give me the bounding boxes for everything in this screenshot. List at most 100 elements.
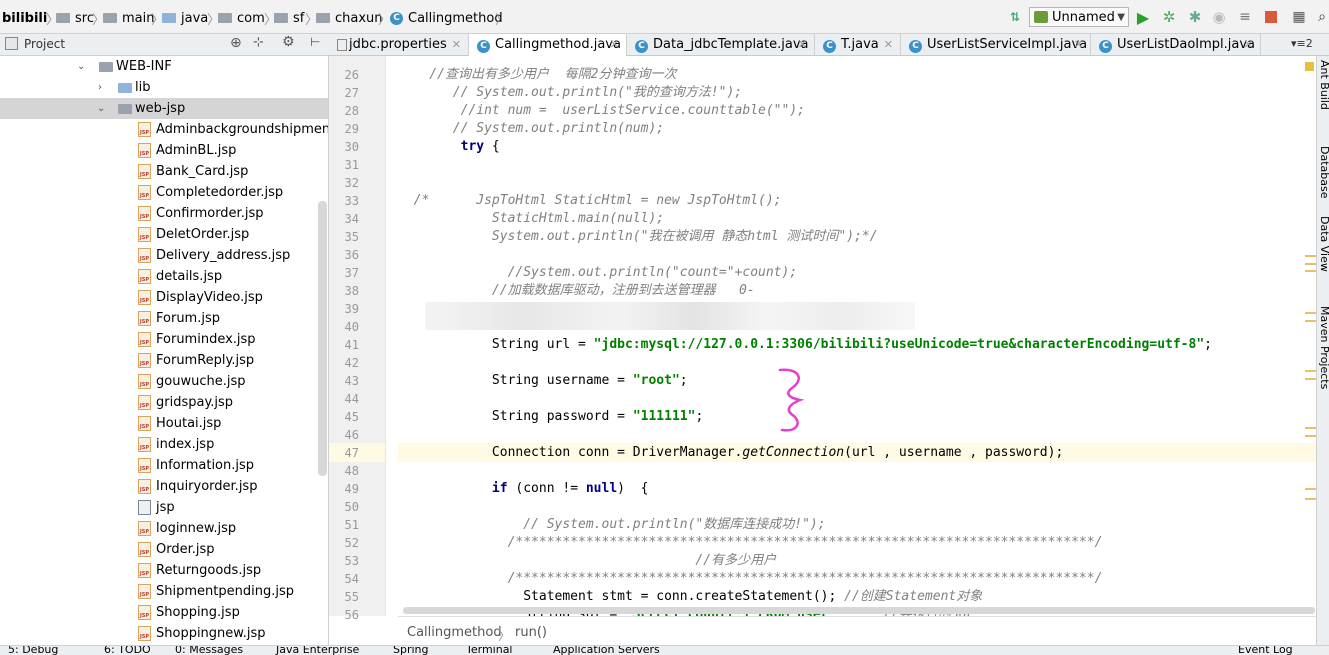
chevron-down-icon[interactable]: ⌄ — [97, 98, 105, 119]
close-icon[interactable]: ✕ — [1074, 34, 1083, 56]
error-stripe-mark[interactable] — [1305, 263, 1316, 265]
code-line[interactable]: //有多少用户 — [398, 552, 776, 570]
code-line[interactable]: /* JspToHtml StaticHtml = new JspToHtml(… — [398, 192, 782, 210]
code-line[interactable]: String username = "root"; — [398, 372, 688, 390]
code-editor[interactable]: //查询出有多少用户 每隔2分钟查询一次 // System.out.print… — [398, 56, 1316, 616]
tree-file-item[interactable]: JSP Bank_Card.jsp — [0, 161, 328, 182]
tool-window-event-log[interactable]: Event Log — [1238, 646, 1293, 655]
tree-file-item[interactable]: JSP Forumindex.jsp — [0, 329, 328, 350]
tree-file-item[interactable]: JSP Order.jsp — [0, 539, 328, 560]
tree-file-item[interactable]: JSP Confirmorder.jsp — [0, 203, 328, 224]
tree-file-item[interactable]: JSP Adminbackgroundshipment.js — [0, 119, 328, 140]
tree-file-item[interactable]: JSP Delivery_address.jsp — [0, 245, 328, 266]
code-line[interactable]: String url = "jdbc:mysql://127.0.0.1:330… — [398, 336, 1212, 354]
code-line[interactable]: // System.out.println("数据库连接成功!"); — [398, 516, 825, 534]
tab-userlistserviceimpl[interactable]: C UserListServiceImpl.java ✕ — [901, 34, 1091, 56]
error-stripe-mark[interactable] — [1305, 435, 1316, 437]
breadcrumb-method[interactable]: run() — [515, 625, 547, 640]
tab-jdbc-properties[interactable]: jdbc.properties ✕ — [329, 34, 469, 56]
error-stripe-mark[interactable] — [1305, 498, 1316, 500]
tree-file-item[interactable]: JSP ForumReply.jsp — [0, 350, 328, 371]
tree-folder-webjsp[interactable]: ⌄ web-jsp — [0, 98, 328, 119]
crumb-sf[interactable]: sf — [274, 9, 304, 27]
tree-folder-webinf[interactable]: ⌄ WEB-INF — [0, 56, 328, 77]
panel-title[interactable]: Project — [24, 37, 65, 51]
build-artifacts-icon[interactable]: ≡ — [1236, 8, 1254, 26]
tab-overflow-button[interactable]: ▾≡2 — [1291, 37, 1313, 50]
tree-file-item[interactable]: JSP Houtai.jsp — [0, 413, 328, 434]
error-stripe-mark[interactable] — [1305, 312, 1316, 314]
tool-window-java-enterprise[interactable]: Java Enterprise — [276, 646, 359, 655]
error-stripe-mark[interactable] — [1305, 255, 1316, 257]
tree-file-item[interactable]: JSP Returngoods.jsp — [0, 560, 328, 581]
debug-icon[interactable]: ✲ — [1160, 8, 1178, 26]
error-stripe-mark[interactable] — [1305, 427, 1316, 429]
error-stripe-mark[interactable] — [1305, 488, 1316, 490]
crumb-chaxun[interactable]: chaxun — [316, 9, 383, 27]
editor-horizontal-scrollbar[interactable] — [403, 607, 1315, 614]
tool-window-messages[interactable]: 0: Messages — [175, 646, 243, 655]
warning-indicator-icon[interactable] — [1305, 62, 1314, 71]
run-icon[interactable]: ▶ — [1134, 8, 1152, 27]
build-icon[interactable]: ⇅ — [1006, 8, 1024, 26]
code-line[interactable]: //int num = userListService.counttable("… — [398, 102, 805, 120]
stop-icon[interactable] — [1262, 8, 1280, 26]
project-structure-icon[interactable]: ▦ — [1290, 8, 1308, 26]
close-icon[interactable]: ✕ — [884, 34, 893, 56]
crumb-src[interactable]: src — [56, 9, 94, 27]
error-stripe-mark[interactable] — [1305, 370, 1316, 372]
chevron-down-icon[interactable]: ⌄ — [77, 56, 85, 77]
code-line[interactable]: if (conn != null) { — [398, 480, 649, 498]
locate-icon[interactable]: ⊕ — [230, 35, 242, 51]
code-line[interactable]: // System.out.println("我的查询方法!"); — [398, 84, 742, 102]
code-line[interactable]: try { — [398, 138, 500, 156]
breadcrumb-class[interactable]: Callingmethod — [407, 625, 502, 640]
close-icon[interactable]: ✕ — [1244, 34, 1253, 56]
crumb-main[interactable]: main — [103, 9, 154, 27]
tab-data-jdbctemplate[interactable]: C Data_jdbcTemplate.java ✕ — [627, 34, 815, 56]
gear-icon[interactable]: ⚙ — [282, 34, 295, 50]
error-stripe-mark[interactable] — [1305, 378, 1316, 380]
close-icon[interactable]: ✕ — [452, 34, 461, 56]
code-line[interactable]: Statement stmt = conn.createStatement();… — [398, 588, 982, 606]
tree-file-item[interactable]: JSP Shipmentpending.jsp — [0, 581, 328, 602]
tree-file-item[interactable]: JSP details.jsp — [0, 266, 328, 287]
tree-file-item[interactable]: JSP AdminBL.jsp — [0, 140, 328, 161]
tool-window-application-servers[interactable]: Application Servers — [553, 646, 660, 655]
hide-panel-icon[interactable]: ⊢ — [310, 35, 320, 49]
tree-file-item[interactable]: JSP DeletOrder.jsp — [0, 224, 328, 245]
code-line[interactable]: System.out.println("我在被调用 静态html 测试时间");… — [398, 228, 878, 246]
code-line[interactable]: //System.out.println("count="+count); — [398, 264, 798, 282]
crumb-project[interactable]: bilibili — [2, 9, 47, 27]
profile-icon[interactable]: ◉ — [1210, 8, 1228, 26]
error-stripe-mark[interactable] — [1305, 320, 1316, 322]
crumb-class[interactable]: C Callingmethod — [390, 9, 503, 27]
tree-file-item[interactable]: JSP index.jsp — [0, 434, 328, 455]
tree-file-item[interactable]: JSP Information.jsp — [0, 455, 328, 476]
crumb-com[interactable]: com — [218, 9, 265, 27]
tree-file-item[interactable]: JSP Shopping.jsp — [0, 602, 328, 623]
search-everywhere-icon[interactable]: ⌕ — [1314, 8, 1329, 26]
tool-window-spring[interactable]: Spring — [393, 646, 429, 655]
coverage-icon[interactable]: ✱ — [1186, 8, 1204, 26]
tab-callingmethod[interactable]: C Callingmethod.java ✕ — [469, 34, 627, 57]
tree-folder-lib[interactable]: › lib — [0, 77, 328, 98]
code-line[interactable]: // System.out.println(num); — [398, 120, 664, 138]
chevron-right-icon[interactable]: › — [98, 77, 102, 98]
tool-window-todo[interactable]: 6: TODO — [104, 646, 151, 655]
tool-window-maven-projects[interactable]: Maven Projects — [1315, 306, 1329, 389]
code-line[interactable]: Connection conn = DriverManager.getConne… — [398, 444, 1063, 462]
code-line[interactable]: StaticHtml.main(null); — [398, 210, 664, 228]
tool-window-ant-build[interactable]: Ant Build — [1315, 60, 1329, 110]
error-stripe-mark[interactable] — [1305, 270, 1316, 272]
tree-file-item[interactable]: JSP Forum.jsp — [0, 308, 328, 329]
code-line[interactable]: String password = "111111"; — [398, 408, 703, 426]
run-configuration-select[interactable]: Unnamed ▼ — [1029, 7, 1129, 27]
tab-userlistdaoimpl[interactable]: C UserListDaoImpl.java ✕ — [1091, 34, 1261, 56]
code-line[interactable]: //查询出有多少用户 每隔2分钟查询一次 — [398, 66, 676, 84]
tree-file-item[interactable]: JSP loginnew.jsp — [0, 518, 328, 539]
tool-window-database[interactable]: Database — [1315, 146, 1329, 199]
tree-file-item[interactable]: JSP DisplayVideo.jsp — [0, 287, 328, 308]
code-line[interactable]: /***************************************… — [398, 570, 1103, 588]
tool-window-data-view[interactable]: Data View — [1315, 216, 1329, 272]
